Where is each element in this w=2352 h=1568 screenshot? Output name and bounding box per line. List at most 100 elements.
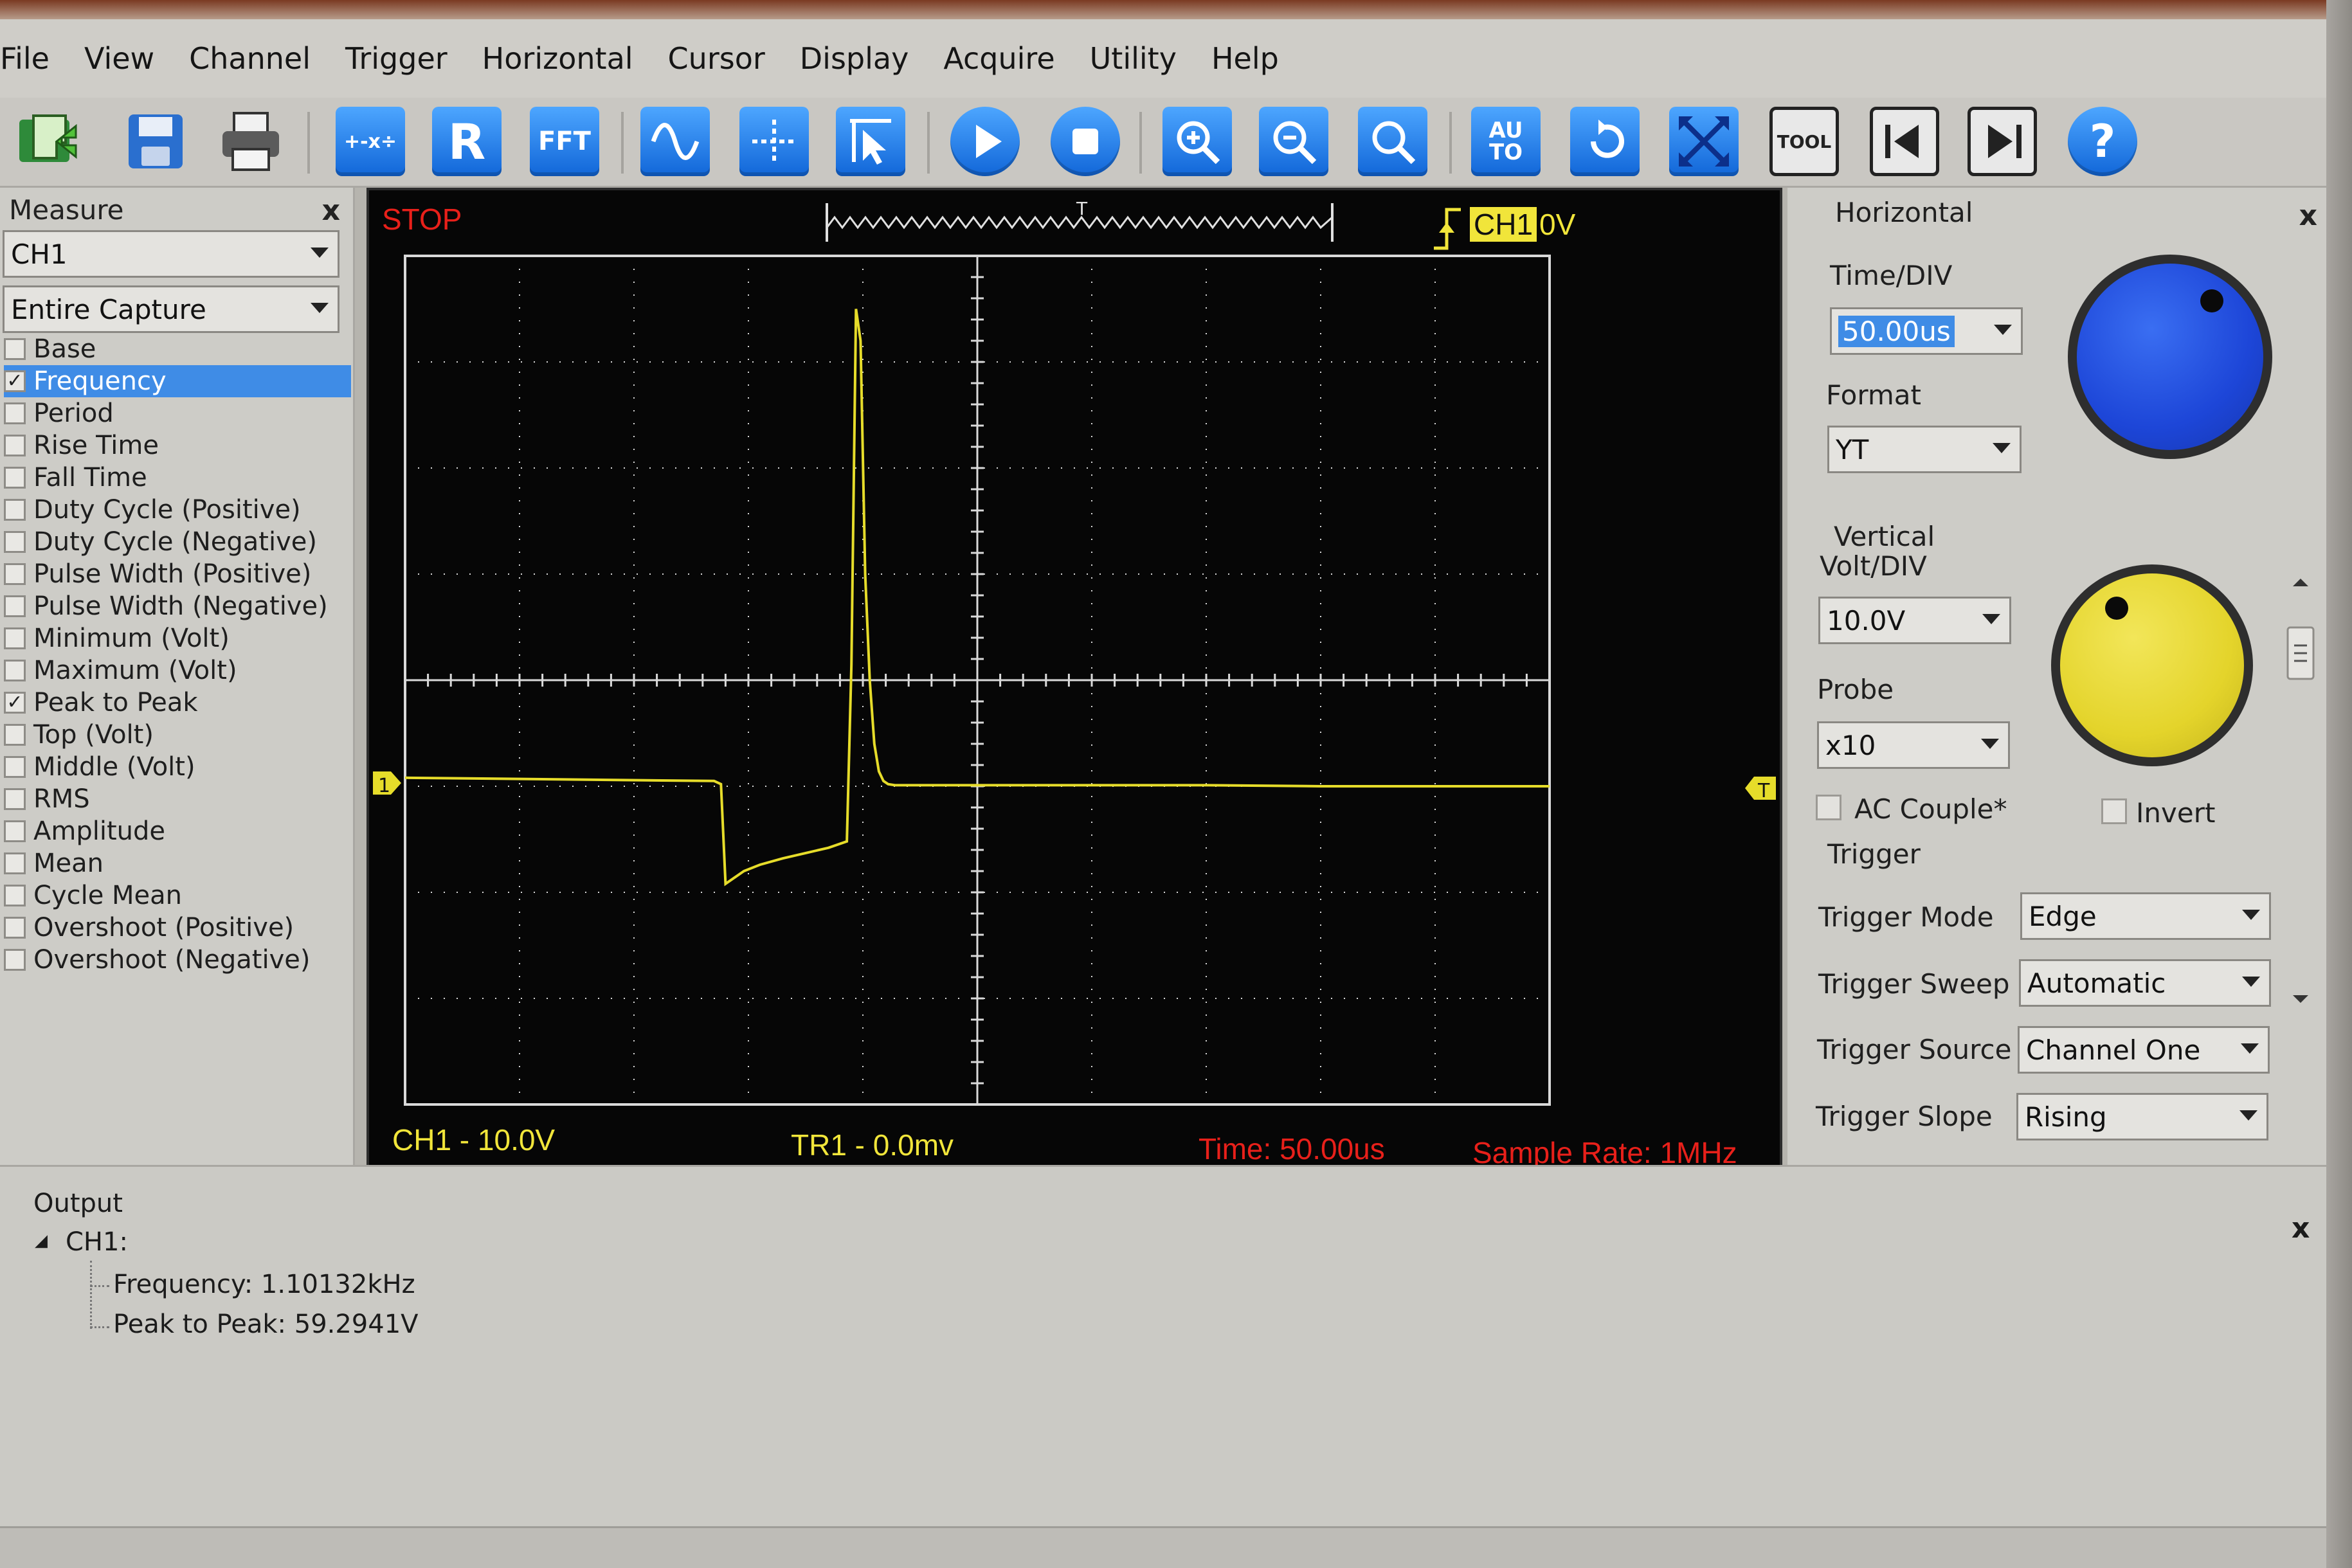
measure-item[interactable]: Fall Time — [4, 462, 351, 494]
measure-checkbox[interactable] — [4, 627, 26, 649]
undo-button[interactable] — [1570, 107, 1640, 176]
fullscreen-button[interactable] — [1669, 107, 1739, 176]
measure-checkbox[interactable]: ✓ — [4, 370, 26, 392]
measure-item[interactable]: Overshoot (Positive) — [4, 912, 351, 944]
time-div-knob[interactable] — [2068, 255, 2272, 459]
save-icon — [129, 114, 183, 168]
measure-item[interactable]: ✓ Peak to Peak — [4, 687, 351, 719]
menu-horizontal[interactable]: Horizontal — [465, 19, 651, 98]
measure-checkbox[interactable] — [4, 820, 26, 842]
measure-item[interactable]: Overshoot (Negative) — [4, 944, 351, 976]
measure-range-select[interactable]: Entire Capture — [3, 285, 339, 333]
measure-checkbox[interactable] — [4, 531, 26, 553]
measure-checkbox[interactable] — [4, 499, 26, 521]
zoom-button[interactable] — [1358, 107, 1427, 176]
settings-scrollbar[interactable] — [2283, 573, 2319, 1011]
settings-close-button[interactable]: x — [2299, 199, 2317, 232]
measure-checkbox[interactable] — [4, 917, 26, 939]
measure-item[interactable]: Amplitude — [4, 815, 351, 847]
reference-button[interactable]: R — [432, 107, 502, 176]
measure-checkbox[interactable] — [4, 402, 26, 424]
output-close-button[interactable]: x — [2292, 1212, 2310, 1245]
fft-icon: FFT — [538, 127, 591, 156]
menu-view[interactable]: View — [67, 19, 172, 98]
measure-item[interactable]: Base — [4, 333, 351, 365]
format-select[interactable]: YT — [1827, 426, 2022, 473]
volt-div-select[interactable]: 10.0V — [1818, 597, 2011, 644]
collapse-arrow-icon[interactable]: ◢ — [35, 1231, 48, 1250]
measure-item[interactable]: Minimum (Volt) — [4, 622, 351, 654]
measure-checkbox[interactable] — [4, 338, 26, 360]
measure-item[interactable]: RMS — [4, 783, 351, 815]
help-button[interactable]: ? — [2068, 107, 2137, 176]
measure-item[interactable]: Pulse Width (Negative) — [4, 590, 351, 622]
math-button[interactable]: +-x÷ — [336, 107, 405, 176]
volt-div-knob[interactable] — [2051, 564, 2253, 766]
measure-panel: Measure x CH1 Entire Capture Base ✓ Freque… — [0, 188, 355, 1165]
menu-file[interactable]: File — [0, 19, 67, 98]
menu-acquire[interactable]: Acquire — [926, 19, 1072, 98]
menu-channel[interactable]: Channel — [172, 19, 328, 98]
measure-item-label: RMS — [33, 784, 90, 814]
measure-item[interactable]: Pulse Width (Positive) — [4, 558, 351, 590]
previous-frame-button[interactable] — [1870, 107, 1939, 176]
open-button[interactable] — [14, 107, 84, 176]
measure-checkbox[interactable] — [4, 660, 26, 681]
time-div-label: Time/DIV — [1830, 260, 1953, 291]
measure-item[interactable]: Mean — [4, 847, 351, 879]
save-button[interactable] — [121, 107, 190, 176]
measure-item[interactable]: Cycle Mean — [4, 879, 351, 912]
measure-close-button[interactable]: x — [322, 194, 340, 227]
measure-checkbox[interactable] — [4, 467, 26, 489]
measure-item[interactable]: ✓ Frequency — [4, 365, 351, 397]
next-frame-button[interactable] — [1968, 107, 2037, 176]
measure-checkbox[interactable] — [4, 885, 26, 906]
measure-item[interactable]: Period — [4, 397, 351, 429]
measure-item[interactable]: Top (Volt) — [4, 719, 351, 751]
trigger-sweep-select[interactable]: Automatic — [2019, 959, 2271, 1007]
measure-item[interactable]: Duty Cycle (Negative) — [4, 526, 351, 558]
cursor-button[interactable] — [739, 107, 809, 176]
measure-item-label: Middle (Volt) — [33, 752, 195, 782]
measure-checkbox[interactable] — [4, 756, 26, 778]
time-div-value: 50.00us — [1838, 315, 1955, 347]
measure-checkbox[interactable] — [4, 949, 26, 971]
toolbar-separator — [621, 112, 624, 174]
measure-checkbox[interactable] — [4, 852, 26, 874]
pointer-button[interactable] — [836, 107, 905, 176]
probe-select[interactable]: x10 — [1817, 721, 2010, 769]
measure-checkbox[interactable] — [4, 563, 26, 585]
measure-item[interactable]: Rise Time — [4, 429, 351, 462]
trigger-slope-select[interactable]: Rising — [2016, 1093, 2268, 1140]
measure-item[interactable]: Middle (Volt) — [4, 751, 351, 783]
measure-checkbox[interactable] — [4, 595, 26, 617]
measure-channel-select[interactable]: CH1 — [3, 230, 339, 278]
menu-utility[interactable]: Utility — [1072, 19, 1194, 98]
time-div-select[interactable]: 50.00us — [1830, 307, 2023, 355]
measure-item[interactable]: Duty Cycle (Positive) — [4, 494, 351, 526]
zoom-in-button[interactable] — [1162, 107, 1232, 176]
zoom-out-button[interactable] — [1259, 107, 1328, 176]
horizontal-scrollbar[interactable] — [0, 1526, 2326, 1568]
trigger-mode-select[interactable]: Edge — [2020, 892, 2271, 940]
trigger-source-select[interactable]: Channel One — [2018, 1026, 2270, 1074]
autoset-button[interactable]: AU TO — [1471, 107, 1541, 176]
menu-trigger[interactable]: Trigger — [328, 19, 465, 98]
measure-item[interactable]: Maximum (Volt) — [4, 654, 351, 687]
menu-display[interactable]: Display — [782, 19, 927, 98]
measure-checkbox[interactable] — [4, 435, 26, 456]
ac-couple-checkbox[interactable] — [1816, 795, 1841, 820]
measure-checkbox[interactable] — [4, 724, 26, 746]
print-button[interactable] — [216, 107, 285, 176]
stop-button[interactable] — [1051, 107, 1120, 176]
measure-checkbox[interactable] — [4, 788, 26, 810]
menu-help[interactable]: Help — [1194, 19, 1296, 98]
invert-checkbox[interactable] — [2101, 798, 2127, 824]
menu-cursor[interactable]: Cursor — [651, 19, 782, 98]
waveform-button[interactable] — [640, 107, 710, 176]
fft-button[interactable]: FFT — [530, 107, 599, 176]
output-channel-node[interactable]: CH1: — [66, 1227, 128, 1257]
measure-checkbox[interactable]: ✓ — [4, 692, 26, 714]
tool-button[interactable]: TOOL — [1769, 107, 1839, 176]
run-button[interactable] — [950, 107, 1020, 176]
